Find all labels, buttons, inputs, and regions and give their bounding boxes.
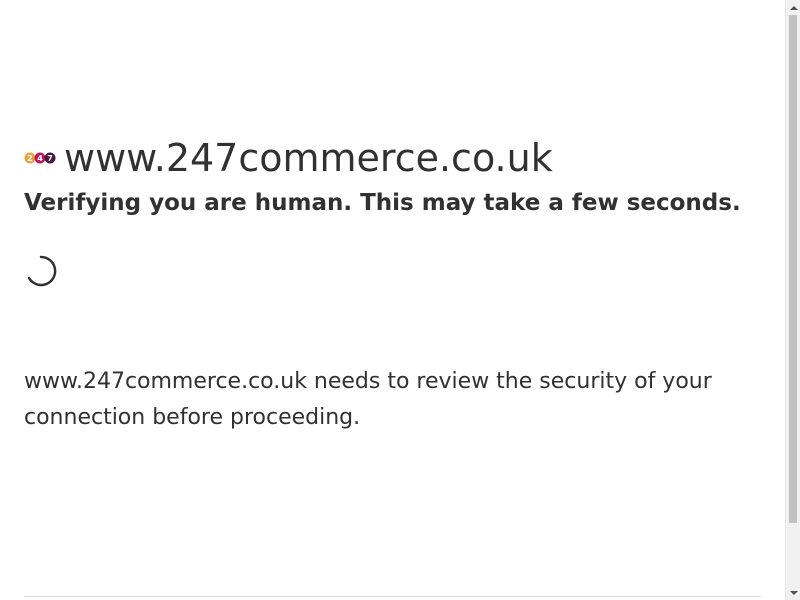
scroll-down-arrow-icon[interactable] xyxy=(786,585,800,600)
challenge-page: 2 4 7 www.247commerce.co.uk Verifying yo… xyxy=(0,0,785,600)
loading-spinner-icon xyxy=(24,254,58,288)
scrollbar-thumb[interactable] xyxy=(789,15,797,523)
vertical-scrollbar[interactable] xyxy=(785,0,800,600)
logo-glyph-2: 2 xyxy=(27,154,33,163)
title-row: 2 4 7 www.247commerce.co.uk xyxy=(24,132,761,184)
logo-glyph-4: 4 xyxy=(37,154,43,163)
footer-divider xyxy=(24,596,761,597)
247commerce-logo-icon: 2 4 7 xyxy=(24,151,56,165)
scroll-up-arrow-icon[interactable] xyxy=(786,0,800,15)
site-title: www.247commerce.co.uk xyxy=(64,136,553,180)
verification-subtitle: Verifying you are human. This may take a… xyxy=(24,190,741,216)
logo-glyph-7: 7 xyxy=(47,154,53,163)
security-review-message: www.247commerce.co.uk needs to review th… xyxy=(24,369,712,430)
main-content: 2 4 7 www.247commerce.co.uk Verifying yo… xyxy=(24,132,761,430)
